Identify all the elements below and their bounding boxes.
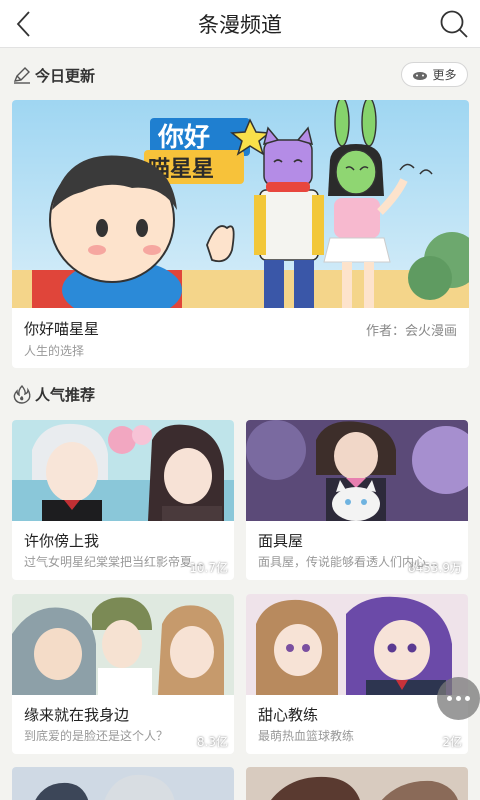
comic-cover-image (246, 594, 468, 695)
comic-card[interactable] (12, 767, 234, 800)
dot-icon (456, 696, 461, 701)
featured-comic-subtitle: 人生的选择 (24, 344, 85, 358)
flame-icon (13, 384, 31, 404)
featured-comic-card[interactable]: 你好 喵星星 你好喵星星 作者：会火漫画 人生的选择 (12, 100, 469, 368)
pencil-icon (13, 67, 30, 84)
comic-card[interactable]: 8.3亿 缘来就在我身边 到底爱的是脸还是这个人？ (12, 594, 234, 754)
today-section-header: 今日更新 (12, 62, 95, 88)
more-button-label: 更多 (432, 68, 457, 82)
comic-card[interactable]: 8453.9万 面具屋 面具屋，传说能够看透人们内心… (246, 420, 468, 580)
comic-desc: 最萌热血篮球教练 (258, 729, 355, 743)
svg-text:你好: 你好 (157, 123, 210, 153)
comic-desc: 过气女明星纪棠棠把当红影帝夏… (24, 555, 205, 569)
comic-cover-image (246, 767, 468, 800)
comic-cover-image (12, 767, 234, 800)
comic-name: 甜心教练 (258, 706, 319, 724)
comic-name: 许你傍上我 (24, 532, 100, 550)
today-section-title: 今日更新 (35, 66, 96, 85)
popular-section-title: 人气推荐 (35, 385, 96, 404)
comic-desc: 面具屋，传说能够看透人们内心… (258, 555, 439, 569)
floating-menu-button[interactable] (437, 677, 480, 720)
cat-face-icon (413, 71, 428, 80)
comic-cover-image (12, 594, 234, 695)
more-button[interactable]: 更多 (401, 62, 468, 87)
comic-card[interactable]: 10.7亿 许你傍上我 过气女明星纪棠棠把当红影帝夏… (12, 420, 234, 580)
page-title: 条漫频道 (198, 13, 282, 37)
comic-card[interactable]: 2亿 甜心教练 最萌热血篮球教练 (246, 594, 468, 754)
search-icon[interactable] (438, 8, 470, 40)
comic-card[interactable] (246, 767, 468, 800)
featured-comic-author: 作者：会火漫画 (365, 324, 457, 339)
featured-comic-name: 你好喵星星 (24, 320, 100, 338)
top-bar: 条漫频道 (0, 0, 480, 48)
comic-cover-image (12, 420, 234, 521)
popular-section-header: 人气推荐 (12, 381, 95, 407)
dot-icon (447, 696, 452, 701)
comic-name: 面具屋 (258, 532, 304, 550)
comic-cover-image (246, 420, 468, 521)
comic-name: 缘来就在我身边 (24, 706, 130, 724)
dot-icon (465, 696, 470, 701)
comic-desc: 到底爱的是脸还是这个人？ (24, 729, 169, 743)
featured-cover-image: 你好 喵星星 (12, 100, 469, 308)
